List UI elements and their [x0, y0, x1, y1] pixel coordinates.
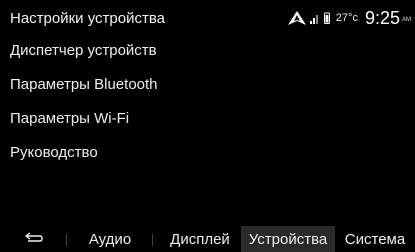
clock-time: 9:25 [364, 8, 400, 28]
menu-item-device-manager[interactable]: Диспетчер устройств [0, 34, 415, 68]
menu-item-label: Параметры Bluetooth [10, 76, 158, 93]
phone-battery-icon [323, 12, 330, 24]
signal-strength-icon [309, 12, 320, 24]
menu-item-wifi-settings[interactable]: Параметры Wi-Fi [0, 102, 415, 136]
tab-label: Устройства [248, 230, 328, 248]
tab-divider [152, 234, 153, 246]
menu-item-label: Руководство [10, 144, 98, 161]
tab-devices[interactable]: Устройства [241, 226, 335, 252]
status-bar: 27°c 9:25 AM [287, 8, 411, 28]
tab-system[interactable]: Система [338, 226, 412, 252]
menu-item-label: Параметры Wi-Fi [10, 110, 130, 127]
back-button[interactable] [14, 226, 54, 252]
clock-ampm: AM [402, 17, 411, 23]
tab-label: Система [344, 230, 406, 248]
tab-display[interactable]: Дисплей [160, 226, 240, 252]
tab-label: Аудио [88, 230, 132, 248]
menu-item-bluetooth-settings[interactable]: Параметры Bluetooth [0, 68, 415, 102]
bottom-tab-bar: Аудио Дисплей Устройства Система [0, 226, 415, 252]
menu-item-label: Диспетчер устройств [10, 42, 157, 59]
back-arrow-icon [24, 231, 44, 248]
page-title: Настройки устройства [10, 10, 165, 27]
temperature-unit: °c [348, 12, 358, 24]
menu-item-guide[interactable]: Руководство [0, 136, 415, 170]
tab-label: Дисплей [170, 230, 230, 248]
tab-audio[interactable]: Аудио [80, 226, 140, 252]
temperature-value: 27 [335, 12, 349, 24]
device-settings-screen: Настройки устройства 27°c 9:25 AM Диспет… [0, 0, 415, 252]
temperature-readout: 27°c [336, 12, 358, 24]
tab-divider [66, 234, 67, 246]
navigation-arrow-icon [287, 11, 306, 25]
